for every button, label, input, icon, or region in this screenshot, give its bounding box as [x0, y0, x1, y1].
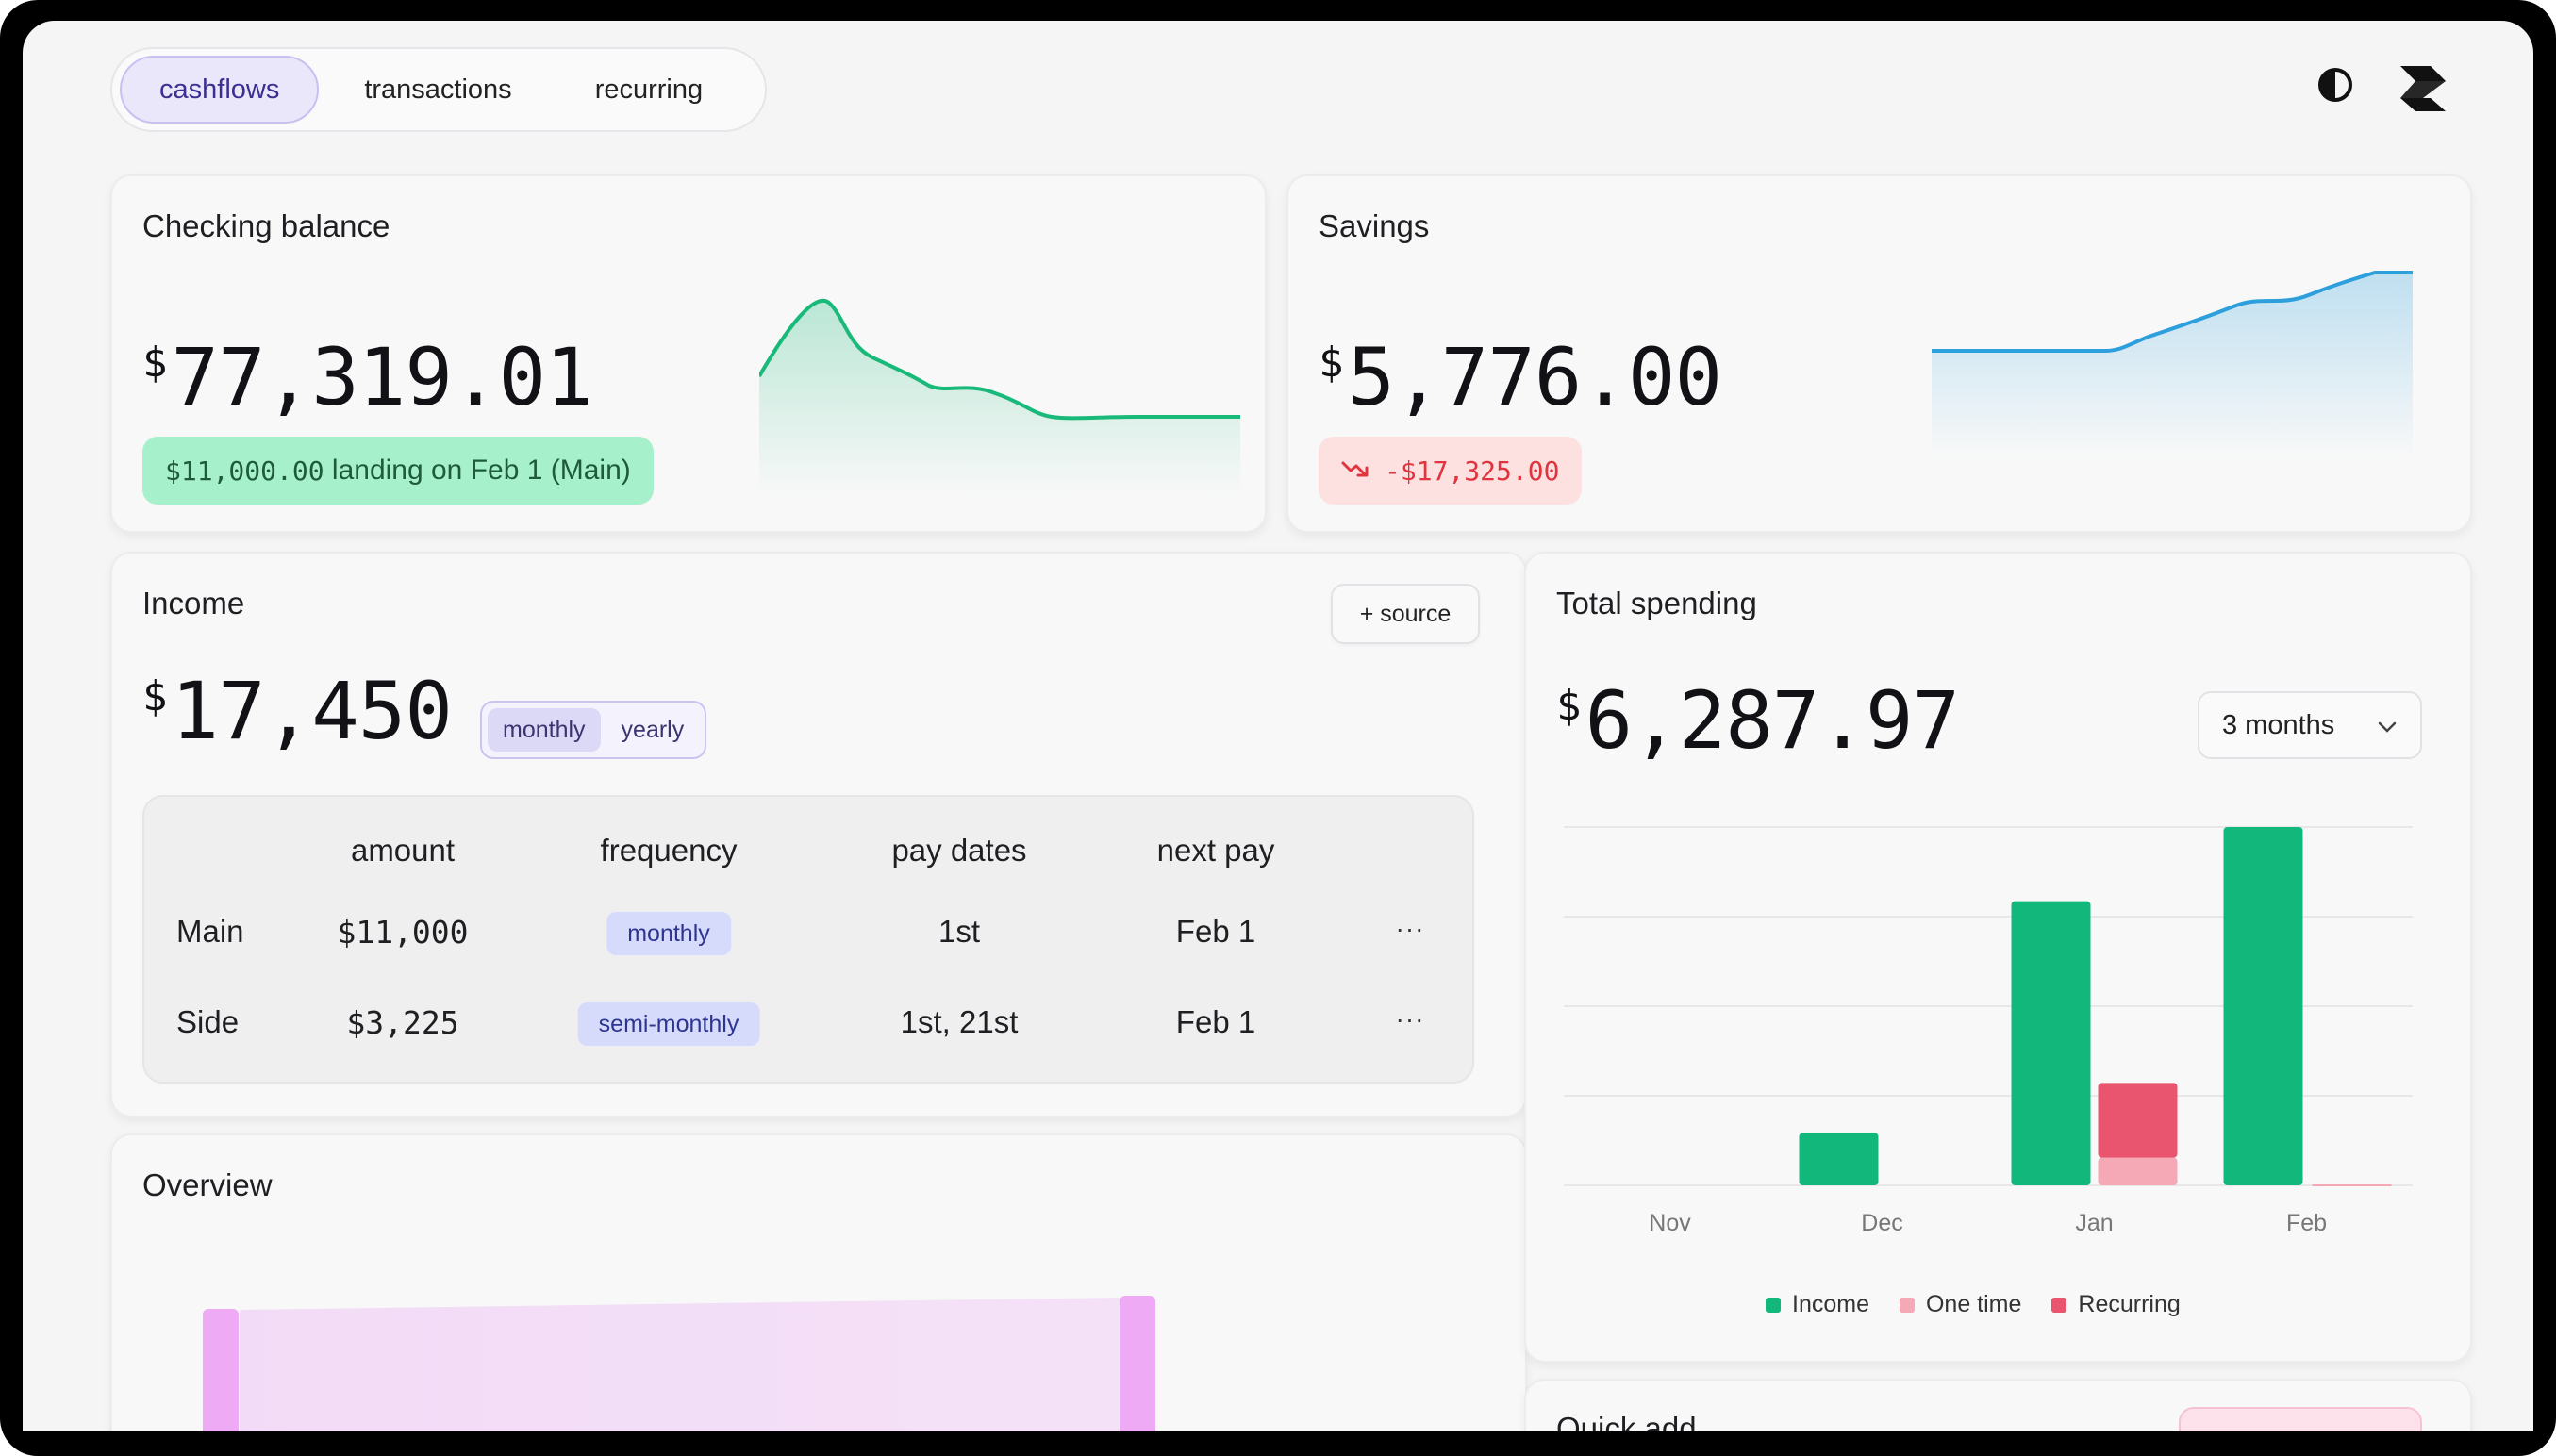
- overview-flow-diagram: [203, 1296, 1155, 1431]
- pay-dates: 1st: [938, 914, 981, 949]
- x-tick-label: Feb: [2286, 1210, 2327, 1236]
- trend-down-icon: [1341, 455, 1369, 487]
- column-header-amount: amount: [350, 833, 456, 868]
- income-period-toggle: monthly yearly: [480, 701, 707, 759]
- x-tick-label: Nov: [1649, 1210, 1691, 1236]
- quick-add-card: Quick add + transaction: [1524, 1379, 2472, 1431]
- source-amount: $11,000: [337, 914, 469, 951]
- x-tick-label: Jan: [2075, 1210, 2113, 1236]
- total-spending-card: Total spending $ 6,287.97 3 months Nov De…: [1524, 552, 2472, 1363]
- tab-transactions[interactable]: transactions: [326, 56, 549, 124]
- flow-node-left: [203, 1309, 239, 1431]
- chart-legend: Income One time Recurring: [1766, 1291, 2181, 1318]
- savings-amount: $ 5,776.00: [1319, 331, 1722, 423]
- savings-change-amount: -$17,325.00: [1385, 455, 1560, 487]
- next-pay: Feb 1: [1175, 1004, 1256, 1039]
- tab-cashflows[interactable]: cashflows: [120, 56, 320, 124]
- legend-item-recurring[interactable]: Recurring: [2051, 1291, 2181, 1318]
- frequency-badge: semi-monthly: [577, 1002, 760, 1046]
- pay-dates: 1st, 21st: [900, 1004, 1019, 1039]
- checking-amount: $ 77,319.01: [142, 331, 593, 423]
- logo-icon[interactable]: [2397, 62, 2449, 120]
- source-name: Side: [176, 1004, 240, 1039]
- checking-sparkline: [759, 298, 1240, 497]
- savings-change-badge: -$17,325.00: [1319, 437, 1583, 505]
- bar-one-time-jan[interactable]: [2098, 1157, 2178, 1185]
- incoming-deposit-text: landing on Feb 1 (Main): [324, 455, 631, 486]
- bar-income-dec[interactable]: [1799, 1133, 1879, 1185]
- range-select[interactable]: 3 months: [2198, 691, 2422, 759]
- savings-card: Savings $ 5,776.00 -$17,325.00: [1286, 174, 2472, 533]
- income-amount: $ 17,450: [142, 665, 453, 757]
- spending-title: Total spending: [1556, 586, 1757, 620]
- checking-balance-card: Checking balance $ 77,319.01 $11,000.00 …: [110, 174, 1267, 533]
- incoming-deposit-amount: $11,000.00: [165, 455, 324, 487]
- incoming-deposit-badge: $11,000.00 landing on Feb 1 (Main): [142, 437, 654, 505]
- column-header-frequency: frequency: [600, 833, 738, 868]
- add-source-button[interactable]: + source: [1331, 584, 1480, 644]
- legend-item-income[interactable]: Income: [1766, 1291, 1869, 1318]
- checking-title: Checking balance: [142, 208, 390, 243]
- bar-income-jan[interactable]: [2011, 901, 2091, 1185]
- column-header-next-pay: next pay: [1156, 833, 1275, 868]
- row-more-icon[interactable]: ···: [1396, 1004, 1425, 1034]
- income-title: Income: [142, 586, 245, 620]
- overview-card: Overview: [110, 1133, 1527, 1431]
- spending-amount: $ 6,287.97: [1556, 674, 1960, 767]
- column-header-pay-dates: pay dates: [891, 833, 1027, 868]
- savings-title: Savings: [1319, 208, 1430, 243]
- app-window: cashflows transactions recurring Checkin…: [23, 21, 2533, 1431]
- income-sources-table: amount frequency pay dates next pay Main…: [142, 795, 1474, 1084]
- row-more-icon[interactable]: ···: [1396, 914, 1425, 944]
- savings-sparkline: [1932, 271, 2413, 459]
- view-tabs: cashflows transactions recurring: [110, 47, 767, 132]
- legend-item-one-time[interactable]: One time: [1899, 1291, 2021, 1318]
- add-transaction-button[interactable]: + transaction: [2179, 1407, 2422, 1431]
- flow-node-right: [1120, 1296, 1155, 1431]
- bar-recurring-jan[interactable]: [2098, 1083, 2178, 1158]
- next-pay: Feb 1: [1175, 914, 1256, 949]
- overview-title: Overview: [142, 1167, 273, 1202]
- period-yearly-option[interactable]: yearly: [606, 708, 700, 752]
- bar-income-feb[interactable]: [2223, 827, 2303, 1185]
- source-name: Main: [176, 914, 244, 949]
- range-select-value: 3 months: [2222, 709, 2335, 740]
- spending-bar-chart: Nov Dec Jan Feb: [1564, 826, 2413, 1236]
- period-monthly-option[interactable]: monthly: [488, 708, 601, 752]
- income-card: Income + source $ 17,450 monthly yearly …: [110, 552, 1527, 1117]
- quick-add-title: Quick add: [1556, 1411, 1697, 1431]
- x-tick-label: Dec: [1861, 1210, 1902, 1236]
- device-frame: cashflows transactions recurring Checkin…: [0, 0, 2556, 1456]
- contrast-icon[interactable]: [2316, 66, 2354, 108]
- frequency-badge: monthly: [606, 912, 731, 955]
- source-amount: $3,225: [346, 1004, 459, 1041]
- chevron-down-icon: [2377, 710, 2398, 741]
- tab-recurring[interactable]: recurring: [557, 56, 740, 124]
